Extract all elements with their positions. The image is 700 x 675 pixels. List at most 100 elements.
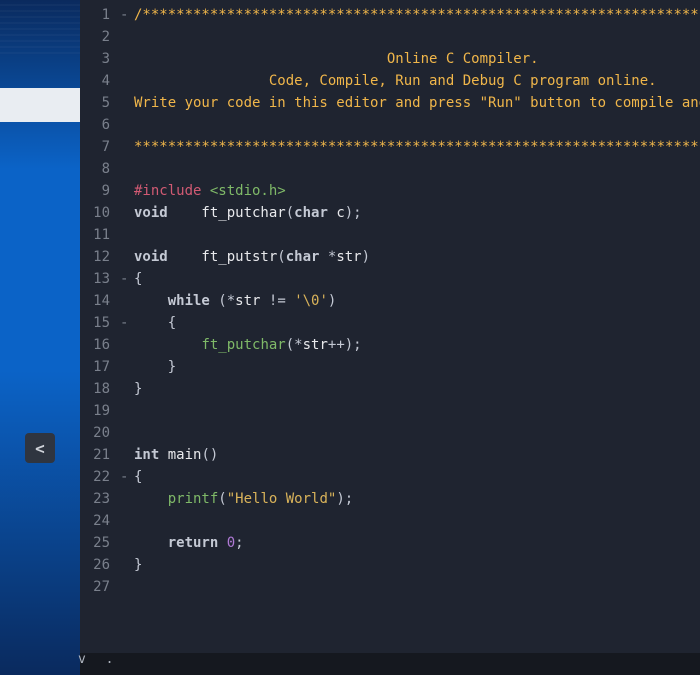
code-line[interactable]: 6	[80, 114, 700, 136]
code-content: /***************************************…	[134, 4, 700, 26]
code-content	[134, 114, 700, 136]
code-line[interactable]: 2	[80, 26, 700, 48]
collapse-sidebar-button[interactable]: <	[25, 433, 55, 463]
token: Code, Compile, Run and Debug C program o…	[134, 73, 657, 89]
code-line[interactable]: 18}	[80, 378, 700, 400]
code-line[interactable]: 21 int main()	[80, 444, 700, 466]
line-number: 4	[80, 70, 120, 92]
line-number: 16	[80, 334, 120, 356]
fold-marker	[120, 136, 134, 158]
code-line[interactable]: 27	[80, 576, 700, 598]
line-number: 22	[80, 466, 120, 488]
token: );	[336, 491, 353, 507]
code-content	[134, 510, 700, 532]
fold-marker	[120, 488, 134, 510]
code-content: #include <stdio.h>	[134, 180, 700, 202]
token: (	[218, 491, 226, 507]
fold-marker	[120, 334, 134, 356]
code-editor[interactable]: 1-/*************************************…	[80, 0, 700, 675]
code-content: while (*str != '\0')	[134, 290, 700, 312]
token: (*	[286, 337, 303, 353]
code-lines: 1-/*************************************…	[80, 0, 700, 598]
code-line[interactable]: 1-/*************************************…	[80, 4, 700, 26]
code-line[interactable]: 14 while (*str != '\0')	[80, 290, 700, 312]
token: ft_putstr	[168, 249, 278, 265]
code-line[interactable]: 23 printf("Hello World");	[80, 488, 700, 510]
fold-marker[interactable]: -	[120, 312, 134, 334]
line-number: 19	[80, 400, 120, 422]
line-number: 2	[80, 26, 120, 48]
token: #include	[134, 183, 210, 199]
token	[134, 535, 168, 551]
code-line[interactable]: 11	[80, 224, 700, 246]
line-number: 18	[80, 378, 120, 400]
token: }	[134, 381, 142, 397]
token: (	[286, 205, 294, 221]
code-line[interactable]: 26}	[80, 554, 700, 576]
token	[134, 359, 168, 375]
line-number: 3	[80, 48, 120, 70]
code-line[interactable]: 19	[80, 400, 700, 422]
code-line[interactable]: 13-{	[80, 268, 700, 290]
line-number: 17	[80, 356, 120, 378]
code-line[interactable]: 4 Code, Compile, Run and Debug C program…	[80, 70, 700, 92]
fold-marker[interactable]: -	[120, 268, 134, 290]
token: Online C Compiler.	[134, 51, 539, 67]
code-content: void ft_putstr(char *str)	[134, 246, 700, 268]
line-number: 20	[80, 422, 120, 444]
code-content: {	[134, 268, 700, 290]
code-content: ****************************************…	[134, 136, 700, 158]
code-line[interactable]: 24	[80, 510, 700, 532]
fold-marker	[120, 378, 134, 400]
code-line[interactable]: 17 }	[80, 356, 700, 378]
code-line[interactable]: 9 #include <stdio.h>	[80, 180, 700, 202]
line-number: 21	[80, 444, 120, 466]
code-line[interactable]: 16 ft_putchar(*str++);	[80, 334, 700, 356]
code-content: printf("Hello World");	[134, 488, 700, 510]
token: printf	[168, 491, 219, 507]
code-line[interactable]: 5Write your code in this editor and pres…	[80, 92, 700, 114]
token: }	[134, 557, 142, 573]
line-number: 13	[80, 268, 120, 290]
fold-marker[interactable]: -	[120, 4, 134, 26]
token	[134, 293, 168, 309]
line-number: 14	[80, 290, 120, 312]
code-line[interactable]: 20	[80, 422, 700, 444]
line-number: 6	[80, 114, 120, 136]
code-content: int main()	[134, 444, 700, 466]
token: void	[134, 249, 168, 265]
line-number: 9	[80, 180, 120, 202]
sidebar-decorative-stripes	[0, 4, 80, 56]
token: str	[336, 249, 361, 265]
token: str	[303, 337, 328, 353]
token: 0	[227, 535, 235, 551]
bottom-left-glyphs: v .	[78, 652, 119, 667]
line-number: 7	[80, 136, 120, 158]
code-line[interactable]: 15- {	[80, 312, 700, 334]
code-content: Online C Compiler.	[134, 48, 700, 70]
code-line[interactable]: 12void ft_putstr(char *str)	[80, 246, 700, 268]
code-line[interactable]: 10void ft_putchar(char c);	[80, 202, 700, 224]
app-root: < 1-/***********************************…	[0, 0, 700, 675]
code-content: Code, Compile, Run and Debug C program o…	[134, 70, 700, 92]
token: str	[235, 293, 260, 309]
token: {	[168, 315, 176, 331]
token: {	[134, 271, 142, 287]
code-line[interactable]: 22-{	[80, 466, 700, 488]
fold-marker	[120, 158, 134, 180]
fold-marker[interactable]: -	[120, 466, 134, 488]
code-line[interactable]: 8	[80, 158, 700, 180]
code-line[interactable]: 3 Online C Compiler.	[80, 48, 700, 70]
line-number: 10	[80, 202, 120, 224]
token: Write your code in this editor and press…	[134, 95, 700, 111]
code-content: ft_putchar(*str++);	[134, 334, 700, 356]
code-line[interactable]: 7 ***************************************…	[80, 136, 700, 158]
token: char	[294, 205, 328, 221]
code-line[interactable]: 25 return 0;	[80, 532, 700, 554]
token: ****************************************…	[134, 139, 700, 155]
fold-marker	[120, 444, 134, 466]
status-bar	[80, 653, 700, 675]
line-number: 25	[80, 532, 120, 554]
token: return	[168, 535, 219, 551]
token: )	[328, 293, 336, 309]
